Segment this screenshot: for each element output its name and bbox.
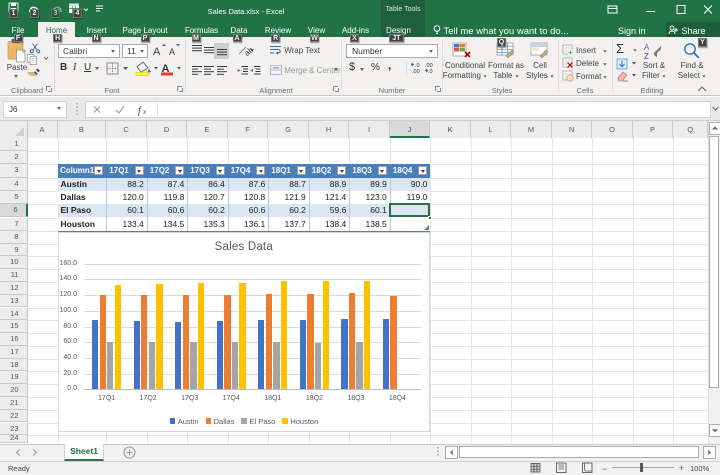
svg-text:Z: Z (644, 52, 649, 60)
svg-text:.0: .0 (428, 69, 433, 75)
svg-text:.00: .00 (412, 69, 420, 75)
svg-text:A: A (153, 46, 161, 58)
svg-text:f: f (138, 106, 142, 117)
svg-text:x: x (142, 108, 147, 116)
svg-text:ab: ab (243, 45, 255, 57)
svg-text:A: A (644, 43, 650, 52)
svg-text:A: A (169, 47, 175, 57)
